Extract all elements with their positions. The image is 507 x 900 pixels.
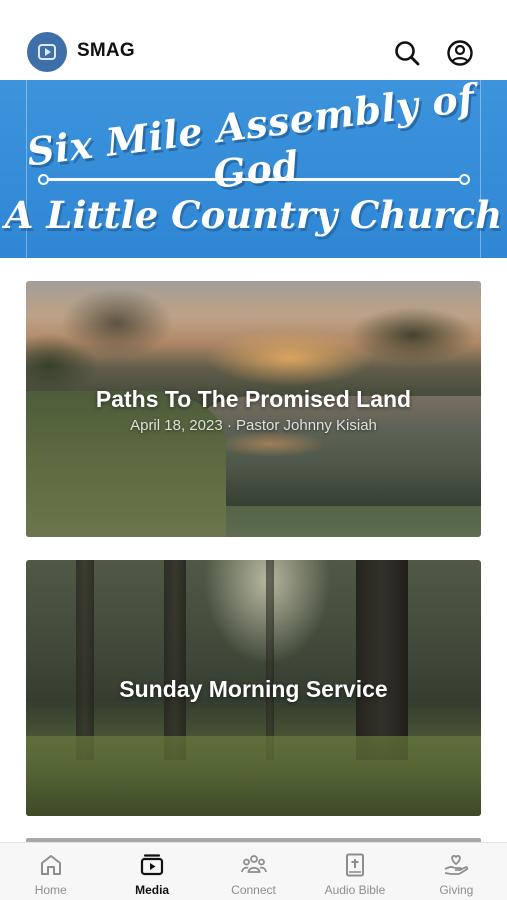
status-bar (0, 0, 507, 26)
banner-tagline: A Little Country Church (4, 193, 503, 237)
tab-label: Media (135, 883, 170, 897)
bottom-tab-bar: Home Media Connect Audio Bible Giving (0, 842, 507, 900)
tab-label: Giving (439, 883, 474, 897)
app-logo[interactable] (27, 32, 67, 72)
tab-media[interactable]: Media (101, 843, 202, 900)
people-group-icon (240, 855, 267, 873)
search-icon[interactable] (392, 38, 422, 68)
tab-audio-bible[interactable]: Audio Bible (304, 843, 405, 900)
card-title: Sunday Morning Service (119, 676, 388, 702)
bible-cross-icon (345, 853, 364, 877)
banner-divider (38, 173, 470, 187)
tab-label: Audio Bible (324, 883, 386, 897)
tab-connect[interactable]: Connect (203, 843, 304, 900)
app-header: SMAG (0, 26, 507, 80)
app-title: SMAG (77, 40, 135, 61)
media-card-service[interactable]: Sunday Morning Service (26, 560, 481, 816)
church-banner: Six Mile Assembly of God A Little Countr… (0, 80, 507, 258)
media-card-sermon[interactable]: Paths To The Promised Land April 18, 202… (26, 281, 481, 537)
tab-label: Home (34, 883, 67, 897)
home-icon (40, 855, 61, 875)
card-subtitle: April 18, 2023 · Pastor Johnny Kisiah (130, 417, 377, 434)
media-play-icon (141, 854, 164, 876)
hand-heart-icon (444, 855, 469, 875)
card-title: Paths To The Promised Land (95, 386, 412, 412)
tab-label: Connect (231, 883, 276, 897)
tab-giving[interactable]: Giving (406, 843, 507, 900)
user-circle-icon[interactable] (445, 38, 475, 68)
tab-home[interactable]: Home (0, 843, 101, 900)
play-badge-icon (38, 44, 56, 60)
